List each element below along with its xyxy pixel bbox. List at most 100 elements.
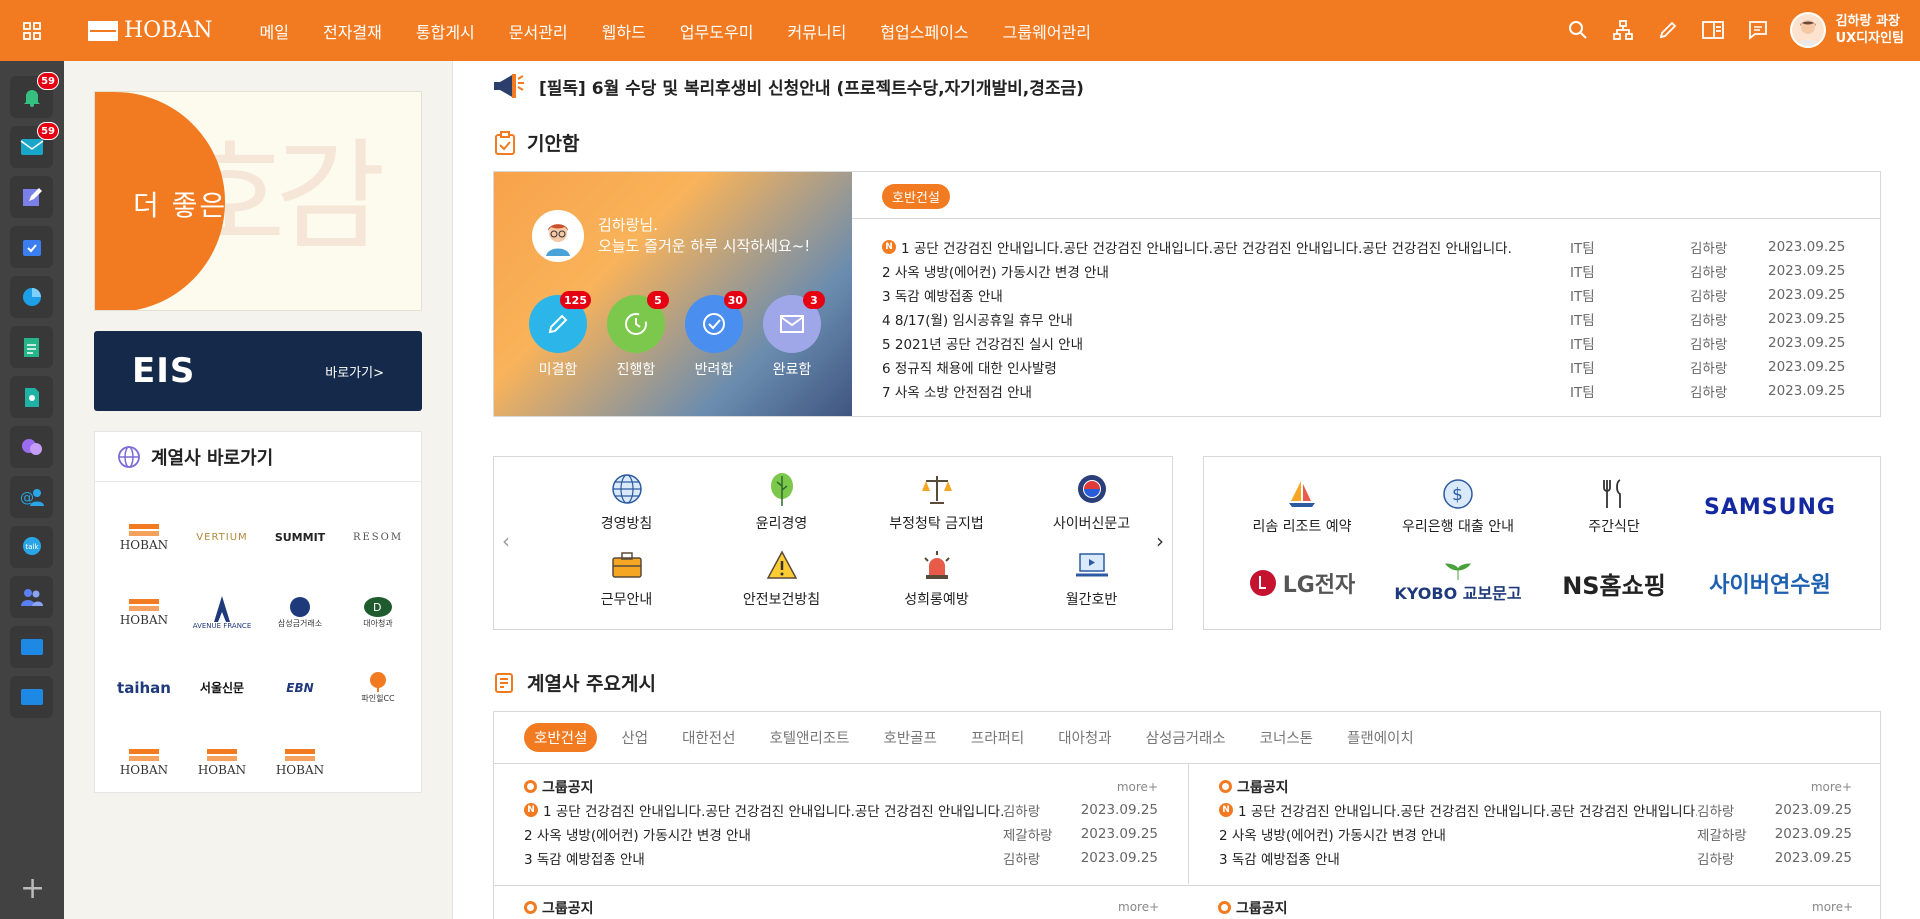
list-item[interactable]: 2 사옥 냉방(에어컨) 가동시간 변경 안내 제갈하랑 2023.09.25 xyxy=(1219,822,1852,846)
tab-hoban-construction[interactable]: 호반건설 xyxy=(882,184,950,209)
search-icon[interactable] xyxy=(1566,18,1590,42)
table-row[interactable]: N1 공단 건강검진 안내입니다.공단 건강검진 안내입니다.공단 건강검진 안… xyxy=(852,235,1880,259)
messenger-button[interactable] xyxy=(10,426,53,468)
calendar-button[interactable] xyxy=(10,226,53,268)
more-link[interactable]: more+ xyxy=(1117,780,1158,794)
counter-in-progress[interactable]: 5 진행함 xyxy=(607,291,669,379)
write-button[interactable] xyxy=(10,176,53,218)
counter-pending[interactable]: 125 미결함 xyxy=(529,291,591,379)
tab-plan-h[interactable]: 플랜에이치 xyxy=(1337,723,1424,752)
counter-completed[interactable]: 3 완료함 xyxy=(763,291,825,379)
list-item[interactable]: N1 공단 건강검진 안내입니다.공단 건강검진 안내입니다.공단 건강검진 안… xyxy=(524,798,1158,822)
nav-item-board[interactable]: 통합게시 xyxy=(416,19,475,43)
nav-item-approval[interactable]: 전자결재 xyxy=(323,19,382,43)
affiliate-logo[interactable]: SUMMIT xyxy=(261,500,339,575)
quicklink-ethics[interactable]: 윤리경영 xyxy=(704,469,859,545)
user-profile[interactable]: 김하랑 과장 UX디자인팀 xyxy=(1789,12,1904,48)
affiliate-logo[interactable]: 파인힐CC xyxy=(339,650,417,725)
contacts-button[interactable]: @ xyxy=(10,476,53,518)
tab-taihan-cable[interactable]: 대한전선 xyxy=(672,723,745,752)
quicklink-work-guide[interactable]: 근무안내 xyxy=(549,545,704,621)
tab-property[interactable]: 프라퍼티 xyxy=(961,723,1034,752)
affiliate-logo[interactable]: EBN xyxy=(261,650,339,725)
list-item[interactable]: N1 공단 건강검진 안내입니다.공단 건강검진 안내입니다.공단 건강검진 안… xyxy=(1219,798,1852,822)
counter-rejected[interactable]: 30 반려함 xyxy=(685,291,747,379)
affiliate-logo[interactable]: RESOM xyxy=(339,500,417,575)
tab-industry[interactable]: 산업 xyxy=(611,723,658,752)
nav-item-work-helper[interactable]: 업무도우미 xyxy=(680,19,754,43)
tab-samsung-gold[interactable]: 삼성금거래소 xyxy=(1136,723,1236,752)
notification-bell-button[interactable]: 59 xyxy=(10,72,59,118)
quicklink-management-policy[interactable]: 경영방침 xyxy=(549,469,704,545)
partner-samsung[interactable]: SAMSUNG xyxy=(1692,469,1848,545)
affiliate-logo[interactable]: D 대아청과 xyxy=(339,575,417,650)
chevron-left-icon[interactable]: ‹ xyxy=(502,529,510,553)
layout-icon[interactable] xyxy=(1701,18,1725,42)
stats-button[interactable] xyxy=(10,276,53,318)
nav-item-documents[interactable]: 문서관리 xyxy=(509,19,568,43)
more-link[interactable]: more+ xyxy=(1811,780,1852,794)
affiliate-logo[interactable]: HOBAN xyxy=(105,500,183,575)
partner-weekly-menu[interactable]: 주간식단 xyxy=(1536,469,1692,545)
chevron-right-icon[interactable]: › xyxy=(1156,529,1164,553)
list-item[interactable]: 3 독감 예방접종 안내 김하랑 2023.09.25 xyxy=(524,846,1158,870)
affiliate-logo[interactable]: HOBAN xyxy=(261,725,339,800)
more-link[interactable]: more+ xyxy=(1118,900,1159,914)
affiliate-logo[interactable]: HOBAN xyxy=(105,575,183,650)
tab-hoban-golf[interactable]: 호반골프 xyxy=(873,723,946,752)
more-link[interactable]: more+ xyxy=(1812,900,1853,914)
quicklink-monthly-hoban[interactable]: 월간호반 xyxy=(1014,545,1169,621)
promo-banner[interactable]: 호감 더 좋은 xyxy=(94,91,422,311)
folder-button-2[interactable] xyxy=(10,676,53,718)
tab-hotel-resort[interactable]: 호텔앤리조트 xyxy=(759,723,859,752)
partner-ns-homeshopping[interactable]: NS홈쇼핑 xyxy=(1536,545,1692,621)
apps-grid-icon[interactable] xyxy=(0,0,64,61)
quicklink-safety-policy[interactable]: 안전보건방침 xyxy=(704,545,859,621)
affiliate-logo[interactable]: taihan xyxy=(105,650,183,725)
quicklink-anti-graft-law[interactable]: 부정청탁 금지법 xyxy=(859,469,1014,545)
tab-cornerstone[interactable]: 코너스톤 xyxy=(1250,723,1323,752)
partner-woori-bank[interactable]: $ 우리은행 대출 안내 xyxy=(1380,469,1536,545)
affiliate-logo[interactable]: HOBAN xyxy=(105,725,183,800)
org-chart-icon[interactable] xyxy=(1611,18,1635,42)
quicklink-cyber-petition[interactable]: 사이버신문고 xyxy=(1014,469,1169,545)
partner-resom-resort[interactable]: 리솜 리조트 예약 xyxy=(1224,469,1380,545)
notice-banner[interactable]: [필독] 6월 수당 및 복리후생비 신청안내 (프로젝트수당,자기개발비,경조… xyxy=(491,71,1084,101)
affiliate-logo[interactable]: 삼성금거래소 xyxy=(261,575,339,650)
partner-cyber-academy[interactable]: 사이버연수원 xyxy=(1692,545,1848,621)
table-row[interactable]: 7 사옥 소방 안전점검 안내 IT팀 김하랑 2023.09.25 xyxy=(852,379,1880,403)
nav-item-mail[interactable]: 메일 xyxy=(260,19,289,43)
add-app-button[interactable]: + xyxy=(20,874,45,904)
list-item[interactable]: 3 독감 예방접종 안내 김하랑 2023.09.25 xyxy=(1219,846,1852,870)
tab-hoban-construction[interactable]: 호반건설 xyxy=(524,723,598,752)
nav-item-community[interactable]: 커뮤니티 xyxy=(787,19,846,43)
mail-button[interactable]: 59 xyxy=(10,122,59,168)
table-row[interactable]: 6 정규직 채용에 대한 인사발령 IT팀 김하랑 2023.09.25 xyxy=(852,355,1880,379)
table-row[interactable]: 2 사옥 냉방(에어컨) 가동시간 변경 안내 IT팀 김하랑 2023.09.25 xyxy=(852,259,1880,283)
folder-button-1[interactable] xyxy=(10,626,53,668)
community-button[interactable] xyxy=(10,576,53,618)
tab-daea[interactable]: 대아청과 xyxy=(1048,723,1121,752)
document-button[interactable] xyxy=(10,326,53,368)
nav-item-webhard[interactable]: 웹하드 xyxy=(602,19,646,43)
table-row[interactable]: 3 독감 예방접종 안내 IT팀 김하랑 2023.09.25 xyxy=(852,283,1880,307)
nav-item-groupware-admin[interactable]: 그룹웨어관리 xyxy=(1003,19,1091,43)
partner-lg[interactable]: LG전자 xyxy=(1224,545,1380,621)
eis-banner[interactable]: EIS 바로가기> xyxy=(94,331,422,411)
nav-item-collab-space[interactable]: 협업스페이스 xyxy=(880,19,968,43)
list-item[interactable]: 2 사옥 냉방(에어컨) 가동시간 변경 안내 제갈하랑 2023.09.25 xyxy=(524,822,1158,846)
talk-button[interactable]: talk xyxy=(10,526,53,568)
pen-icon[interactable] xyxy=(1656,18,1680,42)
affiliate-logo[interactable]: AVENUE FRANCE xyxy=(183,575,261,650)
quicklink-harassment-prevention[interactable]: 성희롱예방 xyxy=(859,545,1014,621)
table-row[interactable]: 4 8/17(월) 임시공휴일 휴무 안내 IT팀 김하랑 2023.09.25 xyxy=(852,307,1880,331)
affiliate-logo[interactable]: HOBAN xyxy=(183,725,261,800)
file-button[interactable] xyxy=(10,376,53,418)
partner-kyobo[interactable]: KYOBO 교보문고 xyxy=(1380,545,1536,621)
eis-link[interactable]: 바로가기> xyxy=(325,362,384,381)
affiliate-logo[interactable]: VERTIUM xyxy=(183,500,261,575)
chat-icon[interactable] xyxy=(1746,18,1770,42)
brand-logo[interactable]: HOBAN xyxy=(88,18,213,43)
affiliate-logo[interactable]: 서울신문 xyxy=(183,650,261,725)
table-row[interactable]: 5 2021년 공단 건강검진 실시 안내 IT팀 김하랑 2023.09.25 xyxy=(852,331,1880,355)
